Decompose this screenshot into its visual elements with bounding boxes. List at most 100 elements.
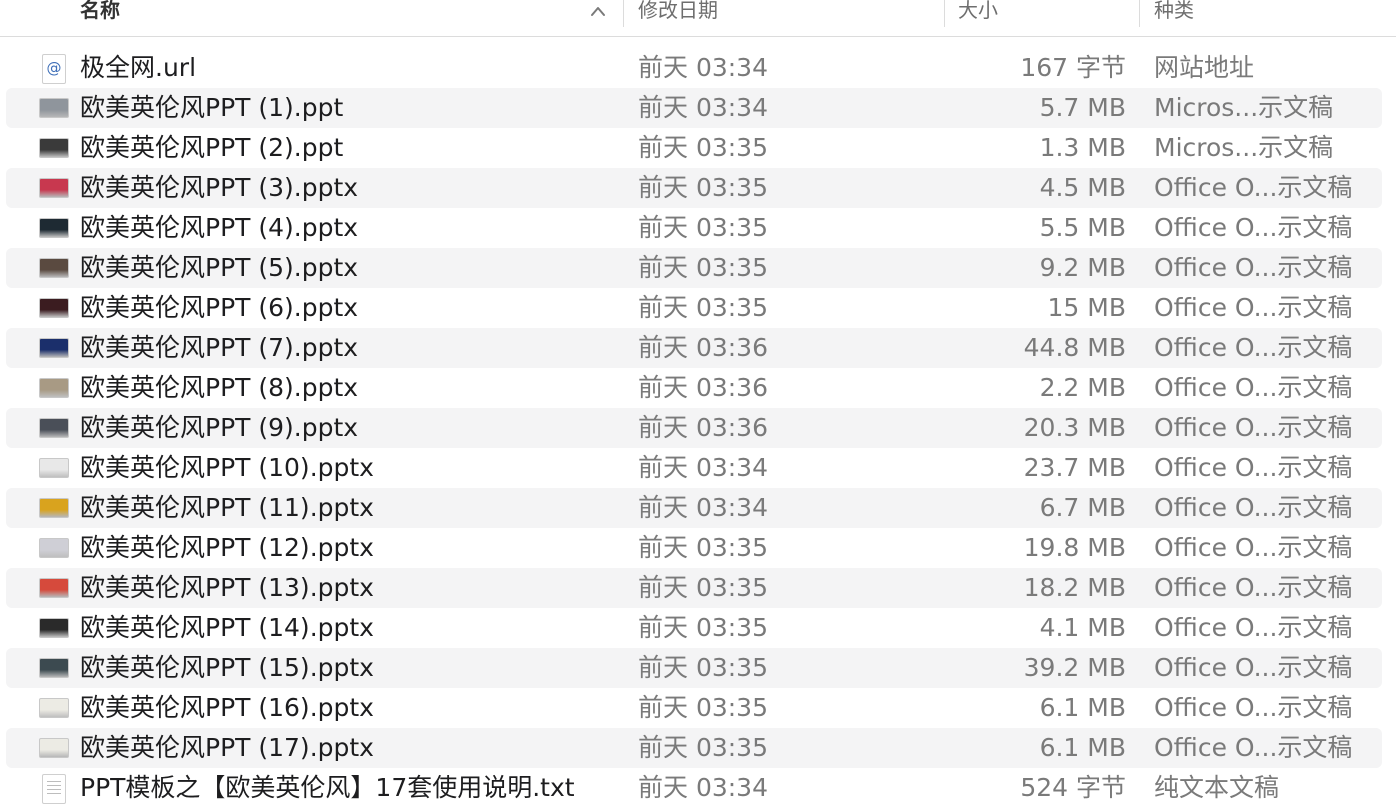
column-divider[interactable]: [623, 0, 624, 27]
file-size: 19.8 MB: [1023, 533, 1126, 562]
pptx-thumbnail-icon: [39, 738, 69, 758]
pptx-thumbnail-icon: [39, 658, 69, 678]
file-date: 前天 03:35: [638, 173, 768, 202]
column-header: 名称 修改日期 大小 种类: [0, 0, 1396, 37]
column-divider[interactable]: [1139, 0, 1140, 27]
pptx-thumbnail-icon: [39, 538, 69, 558]
file-row[interactable]: 欧美英伦风PPT (17).pptx 前天 03:35 6.1 MB Office O…: [6, 728, 1382, 768]
file-kind: Office O...示文稿: [1154, 533, 1353, 562]
file-date: 前天 03:35: [638, 533, 768, 562]
file-date: 前天 03:36: [638, 413, 768, 442]
pptx-thumbnail-icon: [39, 338, 69, 358]
column-header-date[interactable]: 修改日期: [638, 0, 718, 25]
file-date: 前天 03:35: [638, 733, 768, 762]
column-header-size[interactable]: 大小: [958, 0, 998, 25]
file-kind: Office O...示文稿: [1154, 373, 1353, 402]
file-row[interactable]: 欧美英伦风PPT (8).pptx 前天 03:36 2.2 MB Office O.…: [6, 368, 1382, 408]
file-kind: Office O...示文稿: [1154, 653, 1353, 682]
file-row[interactable]: 欧美英伦风PPT (12).pptx 前天 03:35 19.8 MB Office …: [6, 528, 1382, 568]
file-name: PPT模板之【欧美英伦风】17套使用说明.txt: [80, 773, 575, 802]
file-kind: Office O...示文稿: [1154, 733, 1353, 762]
file-kind: Office O...示文稿: [1154, 253, 1353, 282]
file-date: 前天 03:35: [638, 693, 768, 722]
file-name: 欧美英伦风PPT (7).pptx: [80, 333, 359, 362]
file-date: 前天 03:34: [638, 53, 768, 82]
file-row[interactable]: 欧美英伦风PPT (3).pptx 前天 03:35 4.5 MB Office O.…: [6, 168, 1382, 208]
file-size: 15 MB: [1047, 293, 1126, 322]
file-name: 欧美英伦风PPT (6).pptx: [80, 293, 359, 322]
file-date: 前天 03:35: [638, 653, 768, 682]
file-kind: Office O...示文稿: [1154, 613, 1353, 642]
file-name: 欧美英伦风PPT (2).ppt: [80, 133, 344, 162]
pptx-thumbnail-icon: [39, 418, 69, 438]
file-size: 18.2 MB: [1023, 573, 1126, 602]
pptx-thumbnail-icon: [39, 458, 69, 478]
file-date: 前天 03:36: [638, 333, 768, 362]
file-date: 前天 03:35: [638, 573, 768, 602]
file-size: 39.2 MB: [1023, 653, 1126, 682]
pptx-thumbnail-icon: [39, 178, 69, 198]
file-row[interactable]: @ 极全网.url 前天 03:34 167 字节 网站地址: [6, 48, 1382, 88]
file-row[interactable]: 欧美英伦风PPT (1).ppt 前天 03:34 5.7 MB Micros...示…: [6, 88, 1382, 128]
file-row[interactable]: 欧美英伦风PPT (4).pptx 前天 03:35 5.5 MB Office O.…: [6, 208, 1382, 248]
file-name: 欧美英伦风PPT (17).pptx: [80, 733, 374, 762]
url-document-icon: @: [42, 54, 66, 84]
column-divider[interactable]: [944, 0, 945, 27]
file-date: 前天 03:36: [638, 373, 768, 402]
file-size: 4.5 MB: [1039, 173, 1126, 202]
file-name: 欧美英伦风PPT (4).pptx: [80, 213, 359, 242]
file-name: 欧美英伦风PPT (12).pptx: [80, 533, 374, 562]
pptx-thumbnail-icon: [39, 298, 69, 318]
file-size: 1.3 MB: [1039, 133, 1126, 162]
file-row[interactable]: 欧美英伦风PPT (7).pptx 前天 03:36 44.8 MB Office O…: [6, 328, 1382, 368]
file-kind: Office O...示文稿: [1154, 493, 1353, 522]
file-kind: Office O...示文稿: [1154, 333, 1353, 362]
file-row[interactable]: 欧美英伦风PPT (13).pptx 前天 03:35 18.2 MB Office …: [6, 568, 1382, 608]
file-size: 6.1 MB: [1039, 733, 1126, 762]
file-kind: Office O...示文稿: [1154, 213, 1353, 242]
file-row[interactable]: 欧美英伦风PPT (5).pptx 前天 03:35 9.2 MB Office O.…: [6, 248, 1382, 288]
file-name: 极全网.url: [80, 53, 197, 82]
file-date: 前天 03:34: [638, 93, 768, 122]
file-row[interactable]: 欧美英伦风PPT (11).pptx 前天 03:34 6.7 MB Office O…: [6, 488, 1382, 528]
chevron-up-icon[interactable]: [588, 3, 608, 19]
pptx-thumbnail-icon: [39, 218, 69, 238]
file-row[interactable]: 欧美英伦风PPT (6).pptx 前天 03:35 15 MB Office O..…: [6, 288, 1382, 328]
file-row[interactable]: 欧美英伦风PPT (2).ppt 前天 03:35 1.3 MB Micros...示…: [6, 128, 1382, 168]
file-name: 欧美英伦风PPT (3).pptx: [80, 173, 359, 202]
column-header-name[interactable]: 名称: [80, 0, 120, 25]
file-kind: Office O...示文稿: [1154, 413, 1353, 442]
file-size: 6.1 MB: [1039, 693, 1126, 722]
pptx-thumbnail-icon: [39, 378, 69, 398]
file-name: 欧美英伦风PPT (11).pptx: [80, 493, 374, 522]
pptx-thumbnail-icon: [39, 698, 69, 718]
file-row[interactable]: 欧美英伦风PPT (16).pptx 前天 03:35 6.1 MB Office O…: [6, 688, 1382, 728]
file-size: 9.2 MB: [1039, 253, 1126, 282]
file-row[interactable]: PPT模板之【欧美英伦风】17套使用说明.txt 前天 03:34 524 字节 纯文…: [6, 768, 1382, 808]
file-size: 20.3 MB: [1023, 413, 1126, 442]
file-date: 前天 03:34: [638, 773, 768, 802]
pptx-thumbnail-icon: [39, 498, 69, 518]
file-name: 欧美英伦风PPT (8).pptx: [80, 373, 359, 402]
file-kind: Office O...示文稿: [1154, 573, 1353, 602]
file-name: 欧美英伦风PPT (9).pptx: [80, 413, 359, 442]
file-size: 23.7 MB: [1023, 453, 1126, 482]
file-date: 前天 03:34: [638, 453, 768, 482]
file-row[interactable]: 欧美英伦风PPT (9).pptx 前天 03:36 20.3 MB Office O…: [6, 408, 1382, 448]
file-name: 欧美英伦风PPT (1).ppt: [80, 93, 344, 122]
column-header-kind[interactable]: 种类: [1154, 0, 1194, 25]
file-name: 欧美英伦风PPT (5).pptx: [80, 253, 359, 282]
file-size: 5.5 MB: [1039, 213, 1126, 242]
file-row[interactable]: 欧美英伦风PPT (14).pptx 前天 03:35 4.1 MB Office O…: [6, 608, 1382, 648]
file-name: 欧美英伦风PPT (13).pptx: [80, 573, 374, 602]
ppt-thumbnail-icon: [39, 138, 69, 158]
file-name: 欧美英伦风PPT (14).pptx: [80, 613, 374, 642]
file-row[interactable]: 欧美英伦风PPT (10).pptx 前天 03:34 23.7 MB Office …: [6, 448, 1382, 488]
file-row[interactable]: 欧美英伦风PPT (15).pptx 前天 03:35 39.2 MB Office …: [6, 648, 1382, 688]
file-kind: Office O...示文稿: [1154, 173, 1353, 202]
file-size: 5.7 MB: [1039, 93, 1126, 122]
file-kind: Office O...示文稿: [1154, 293, 1353, 322]
file-kind: Office O...示文稿: [1154, 693, 1353, 722]
file-name: 欧美英伦风PPT (15).pptx: [80, 653, 374, 682]
file-kind: 网站地址: [1154, 53, 1255, 82]
